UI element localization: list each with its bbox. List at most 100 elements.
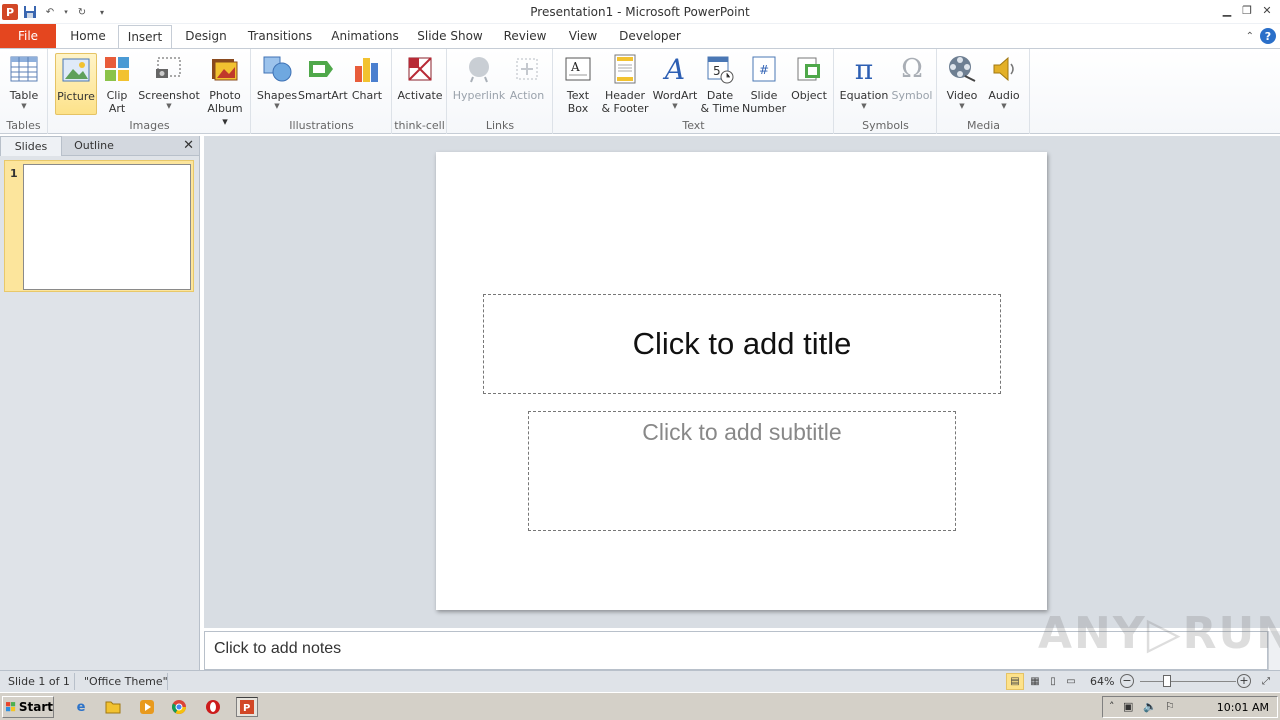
action-button[interactable]: Action [506,53,548,102]
close-panel-icon[interactable]: ✕ [183,138,194,153]
equation-button[interactable]: π Equation ▼ [839,53,889,111]
tab-view[interactable]: View [560,24,606,48]
reading-view-icon[interactable]: ▯ [1044,673,1062,690]
zoom-slider-track[interactable] [1140,681,1236,682]
calendar-icon: 5 [704,53,736,85]
minimize-ribbon-icon[interactable]: ⌃ [1246,31,1254,42]
activate-button[interactable]: Activate [397,53,443,102]
tab-transitions[interactable]: Transitions [242,24,318,48]
flag-icon[interactable]: ⚐ [1165,700,1175,713]
hyperlink-button[interactable]: Hyperlink [452,53,506,102]
audio-button[interactable]: Audio ▼ [984,53,1024,111]
slide-thumbnail-item[interactable]: 1 [4,160,194,292]
zoom-level[interactable]: 64% [1090,675,1114,688]
shapes-button[interactable]: Shapes ▼ [256,53,298,111]
taskbar: Start e P ˄ ▣ 🔈 ⚐ 10:01 AM [0,692,1280,720]
chevron-down-icon: ▼ [959,102,965,110]
text-box-button[interactable]: A Text Box [558,53,598,115]
object-icon [793,53,825,85]
header-footer-icon [609,53,641,85]
slide-canvas[interactable]: Click to add title Click to add subtitle [436,152,1047,610]
ribbon-tabs: File Home Insert Design Transitions Anim… [0,24,1280,49]
slide-show-icon[interactable]: ▭ [1062,673,1080,690]
symbol-button[interactable]: Ω Symbol [891,53,933,103]
svg-text:#: # [759,63,769,77]
watermark-logo: ANY▷RUN [1038,608,1280,659]
object-button[interactable]: Object [788,53,830,102]
photo-album-button[interactable]: Photo Album ▾ [203,53,247,128]
title-placeholder[interactable]: Click to add title [483,294,1001,394]
picture-icon [60,54,92,86]
group-label-text: Text [682,119,705,132]
start-button[interactable]: Start [2,696,54,718]
powerpoint-taskbar-icon[interactable]: P [236,697,258,717]
minimize-icon[interactable]: ▁ [1218,2,1236,18]
picture-button[interactable]: Picture [55,53,97,115]
group-tables: Table ▼ Tables [0,49,48,134]
tab-slide-show[interactable]: Slide Show [412,24,488,48]
table-icon [8,53,40,85]
tab-insert[interactable]: Insert [118,25,172,49]
screenshot-button[interactable]: Screenshot ▼ [137,53,201,111]
chevron-down-icon: ▼ [166,102,172,110]
zoom-slider-thumb[interactable] [1163,675,1171,687]
windows-logo-icon [6,702,16,712]
slide-number-button[interactable]: # Slide Number [742,53,786,115]
theme-status[interactable]: "Office Theme" [84,675,168,688]
show-hidden-icons[interactable]: ˄ [1109,700,1115,713]
folder-icon[interactable] [102,697,124,717]
tab-file[interactable]: File [0,24,56,48]
clock[interactable]: 10:01 AM [1217,701,1269,714]
slides-panel: Slides Outline ✕ 1 [0,136,200,670]
opera-icon[interactable] [202,697,224,717]
smartart-icon [306,53,338,85]
chevron-down-icon: ▼ [861,102,867,110]
photo-album-icon [209,53,241,85]
speaker-icon [988,53,1020,85]
internet-explorer-icon[interactable]: e [70,697,92,717]
tab-review[interactable]: Review [498,24,552,48]
group-label-tables: Tables [6,119,41,132]
pi-icon: π [854,52,874,86]
tab-home[interactable]: Home [62,24,114,48]
normal-view-icon[interactable]: ▤ [1006,673,1024,690]
close-icon[interactable]: ✕ [1258,2,1276,18]
help-icon[interactable]: ? [1260,28,1276,44]
tab-design[interactable]: Design [178,24,234,48]
tab-outline[interactable]: Outline [64,136,124,156]
table-button[interactable]: Table ▼ [4,53,44,111]
tab-animations[interactable]: Animations [326,24,404,48]
restore-icon[interactable]: ❐ [1238,2,1256,18]
wordart-button[interactable]: A WordArt ▼ [652,53,698,111]
fit-to-window-icon[interactable]: ⤢ [1257,673,1275,690]
media-player-icon[interactable] [136,697,158,717]
group-symbols: π Equation ▼ Ω Symbol Symbols [835,49,937,134]
clip-art-icon [101,53,133,85]
tab-slides[interactable]: Slides [0,136,62,156]
svg-text:5: 5 [713,64,721,78]
slide-editor: Click to add title Click to add subtitle [204,136,1280,628]
date-time-button[interactable]: 5 Date & Time [700,53,740,115]
think-cell-icon [404,53,436,85]
group-think-cell: Activate think-cell [393,49,447,134]
chart-icon [351,53,383,85]
header-footer-button[interactable]: Header & Footer [600,53,650,115]
status-bar: Slide 1 of 1 "Office Theme" ▤ ▦ ▯ ▭ 64% … [0,670,1280,692]
network-icon[interactable]: ▣ [1123,700,1133,713]
smartart-button[interactable]: SmartArt [298,53,348,102]
zoom-in-icon[interactable]: + [1237,674,1251,688]
video-button[interactable]: Video ▼ [942,53,982,111]
chart-button[interactable]: Chart [348,53,386,102]
window-title: Presentation1 - Microsoft PowerPoint [530,5,750,19]
slide-count-status: Slide 1 of 1 [8,675,70,688]
group-label-symbols: Symbols [862,119,909,132]
zoom-out-icon[interactable]: − [1120,674,1134,688]
slide-sorter-icon[interactable]: ▦ [1026,673,1044,690]
group-label-think-cell: think-cell [394,119,445,132]
slide-thumbnail[interactable] [23,164,191,290]
tab-developer[interactable]: Developer [614,24,686,48]
volume-icon[interactable]: 🔈 [1143,700,1157,713]
chrome-icon[interactable] [168,697,190,717]
clip-art-button[interactable]: Clip Art [99,53,135,115]
subtitle-placeholder[interactable]: Click to add subtitle [528,411,956,531]
